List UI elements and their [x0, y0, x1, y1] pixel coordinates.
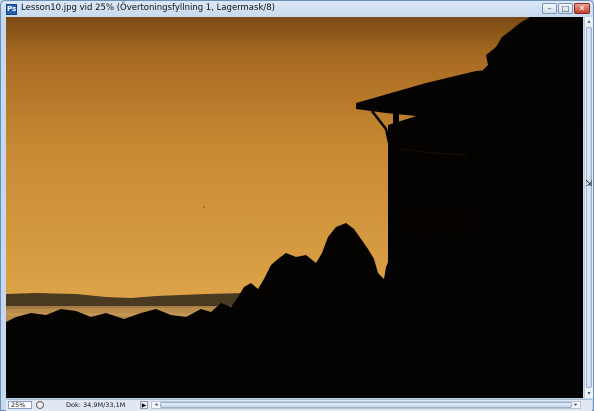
- window-title: Lesson10.jpg vid 25% (Övertoningsfyllnin…: [21, 3, 275, 13]
- document-window: Ps Lesson10.jpg vid 25% (Övertoningsfyll…: [0, 0, 594, 411]
- close-button[interactable]: ✕: [574, 3, 590, 14]
- porch-column: [393, 113, 399, 398]
- sunset-photo: [6, 17, 583, 398]
- vertical-scroll-thumb[interactable]: [586, 27, 592, 388]
- minimize-icon: –: [547, 4, 552, 13]
- scroll-up-icon[interactable]: ▴: [585, 17, 593, 26]
- zoom-level-field[interactable]: 25%: [8, 401, 32, 409]
- question-icon[interactable]: [36, 401, 44, 409]
- photoshop-icon[interactable]: Ps: [6, 4, 17, 15]
- close-icon: ✕: [578, 4, 586, 13]
- status-bar: 25% Dok: 34,9M/33,1M ▶ ◂ ▸: [6, 399, 592, 411]
- document-size-info: Dok: 34,9M/33,1M: [66, 401, 126, 409]
- horizontal-scrollbar[interactable]: ◂ ▸: [151, 401, 581, 409]
- horizontal-scroll-thumb[interactable]: [160, 402, 572, 408]
- title-bar[interactable]: Ps Lesson10.jpg vid 25% (Övertoningsfyll…: [1, 1, 593, 17]
- vertical-scrollbar[interactable]: ▴ ▾: [584, 17, 593, 398]
- scroll-left-icon[interactable]: ◂: [152, 401, 160, 409]
- image-canvas[interactable]: [6, 17, 583, 398]
- maximize-button[interactable]: □: [558, 3, 573, 14]
- resize-cursor-icon: ⇲: [585, 179, 593, 189]
- info-menu-button[interactable]: ▶: [140, 401, 148, 409]
- maximize-icon: □: [561, 4, 570, 13]
- porch-roof: [356, 67, 583, 127]
- scroll-right-icon[interactable]: ▸: [572, 401, 580, 409]
- minimize-button[interactable]: –: [542, 3, 557, 14]
- scroll-down-icon[interactable]: ▾: [585, 389, 593, 398]
- foliage: [461, 117, 583, 249]
